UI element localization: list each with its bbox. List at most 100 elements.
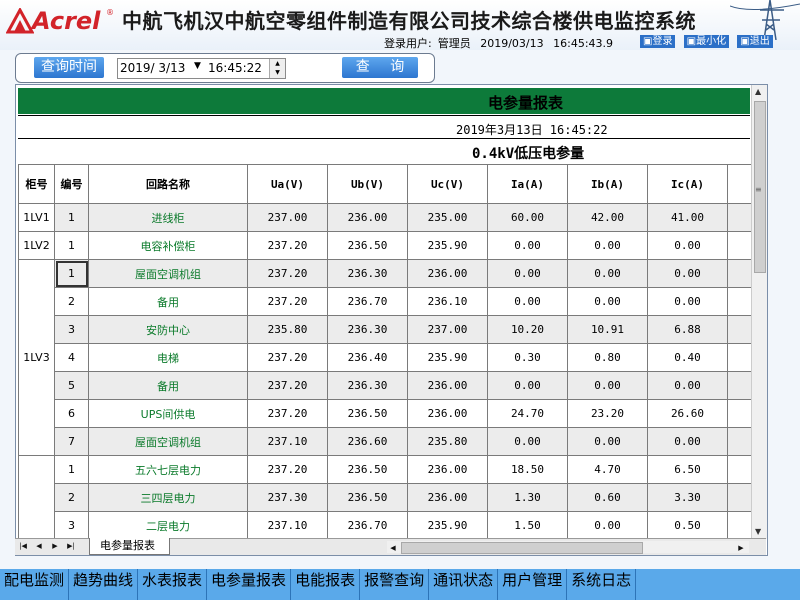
- value-cell: 236.30: [327, 315, 408, 344]
- user-label: 登录用户:: [384, 37, 432, 50]
- report-table: 柜号 编号 回路名称 Ua(V) Ub(V) Uc(V) Ia(A) Ib(A)…: [18, 164, 759, 540]
- cabinet-cell: 1LV3: [18, 259, 55, 456]
- value-cell: 235.00: [407, 203, 488, 232]
- value-cell: 236.50: [327, 455, 408, 484]
- h-scroll-thumb[interactable]: [401, 542, 643, 554]
- report-title: 电参量报表: [488, 94, 564, 112]
- nav-item[interactable]: 配电监测: [0, 569, 70, 600]
- row-number-cell: 2: [54, 287, 89, 316]
- login-label: 登录: [652, 36, 673, 47]
- minimize-button[interactable]: ▣最小化: [683, 35, 730, 48]
- value-cell: 42.00: [567, 203, 648, 232]
- prev-sheet-icon[interactable]: ◀: [33, 541, 45, 552]
- nav-item[interactable]: 用户管理: [498, 569, 568, 600]
- circuit-name-cell: 二层电力: [88, 511, 248, 540]
- date-value[interactable]: 2019/ 3/13: [120, 61, 185, 75]
- scroll-left-icon[interactable]: ◀: [387, 543, 399, 554]
- row-number-cell: 7: [54, 427, 89, 456]
- value-cell: 0.00: [487, 371, 568, 400]
- value-cell: 235.90: [407, 511, 488, 540]
- row-number-cell[interactable]: 1: [54, 259, 89, 288]
- nav-item[interactable]: 通讯状态: [429, 569, 499, 600]
- vertical-scrollbar[interactable]: ▲ ≡ ▼: [751, 85, 767, 539]
- value-cell: 236.50: [327, 483, 408, 512]
- value-cell: 0.50: [647, 511, 728, 540]
- col-header: Ia(A): [487, 164, 568, 204]
- value-cell: 0.00: [567, 231, 648, 260]
- table-row: 1 五六七层电力 237.20 236.50 236.00 18.50 4.70 6.50: [18, 455, 759, 540]
- spin-down-icon[interactable]: ▼: [275, 69, 280, 76]
- value-cell: 1.50: [487, 511, 568, 540]
- time-value[interactable]: 16:45:22: [208, 61, 262, 75]
- table-row: 5 备用 237.20 236.30 236.00 0.00 0.00 0.00: [19, 371, 759, 400]
- value-cell: 237.00: [407, 315, 488, 344]
- acrel-logo: Acrel ®: [2, 4, 120, 38]
- scroll-up-icon[interactable]: ▲: [755, 87, 761, 96]
- circuit-name-cell: 屋面空调机组: [88, 427, 248, 456]
- value-cell: 237.30: [247, 483, 328, 512]
- report-subtitle: 0.4kV低压电参量: [472, 146, 585, 162]
- current-date: 2019/03/13: [480, 37, 544, 50]
- value-cell: 0.60: [567, 483, 648, 512]
- value-cell: 60.00: [487, 203, 568, 232]
- table-row: 1LV3 1 屋面空调机组 237.20 236.30 236.00 0.00 0.00 0.0…: [18, 259, 759, 456]
- value-cell: 236.00: [407, 455, 488, 484]
- exit-icon: ▣: [740, 36, 750, 47]
- exit-button[interactable]: ▣退出: [737, 35, 773, 48]
- scroll-down-icon[interactable]: ▼: [755, 527, 761, 536]
- table-row: 2 三四层电力 237.30 236.50 236.00 1.30 0.60 3.30: [19, 483, 759, 512]
- value-cell: 0.00: [567, 371, 648, 400]
- value-cell: 236.30: [327, 371, 408, 400]
- nav-item[interactable]: 系统日志: [567, 569, 637, 600]
- value-cell: 237.20: [247, 287, 328, 316]
- circuit-name-cell: 备用: [88, 287, 248, 316]
- value-cell: 0.30: [487, 343, 568, 372]
- cabinet-cell: 1LV2: [18, 231, 55, 260]
- nav-item[interactable]: 报警查询: [360, 569, 430, 600]
- time-spinner[interactable]: ▲ ▼: [269, 59, 285, 78]
- row-number-cell: 3: [54, 511, 89, 540]
- first-sheet-icon[interactable]: |◀: [17, 541, 29, 552]
- datetime-picker[interactable]: 2019/ 3/13 ▼ 16:45:22 ▲ ▼: [117, 58, 286, 79]
- last-sheet-icon[interactable]: ▶|: [65, 541, 77, 552]
- query-button[interactable]: 查 询: [342, 57, 418, 78]
- table-row: 3 安防中心 235.80 236.30 237.00 10.20 10.91 6.88: [19, 315, 759, 344]
- circuit-name-cell: 电容补偿柜: [88, 231, 248, 260]
- row-number-cell: 1: [54, 455, 89, 484]
- login-button[interactable]: ▣登录: [640, 35, 676, 48]
- spin-up-icon[interactable]: ▲: [275, 60, 280, 67]
- circuit-name-cell: 进线柜: [88, 203, 248, 232]
- horizontal-scrollbar[interactable]: ◀ ▶: [387, 541, 749, 554]
- value-cell: 236.40: [327, 343, 408, 372]
- sheet-tab-bar: |◀ ◀ ▶ ▶| 电参量报表 ◀ ▶: [15, 538, 766, 555]
- power-tower-icon: [730, 0, 800, 40]
- next-sheet-icon[interactable]: ▶: [49, 541, 61, 552]
- table-row: 1LV1 1 进线柜 237.00 236.00 235.00 60.00 42.00 41.0…: [18, 203, 759, 232]
- value-cell: 18.50: [487, 455, 568, 484]
- value-cell: 0.00: [487, 259, 568, 288]
- value-cell: 237.20: [247, 371, 328, 400]
- divider: [18, 115, 750, 116]
- nav-item[interactable]: 电参量报表: [207, 569, 292, 600]
- value-cell: 0.00: [567, 511, 648, 540]
- scroll-right-icon[interactable]: ▶: [735, 543, 747, 554]
- value-cell: 236.70: [327, 511, 408, 540]
- acrel-logo-icon: [6, 8, 34, 34]
- dropdown-arrow-icon[interactable]: ▼: [194, 61, 201, 71]
- query-bar: 查询时间 2019/ 3/13 ▼ 16:45:22 ▲ ▼ 查 询: [15, 53, 435, 83]
- value-cell: 10.20: [487, 315, 568, 344]
- report-datetime: 2019年3月13日 16:45:22: [456, 123, 608, 137]
- value-cell: 237.20: [247, 455, 328, 484]
- value-cell: 0.00: [647, 427, 728, 456]
- value-cell: 237.20: [247, 399, 328, 428]
- value-cell: 0.00: [567, 287, 648, 316]
- sheet-tab[interactable]: 电参量报表: [89, 538, 170, 555]
- col-header: Ub(V): [327, 164, 408, 204]
- minimize-label: 最小化: [696, 36, 727, 47]
- nav-item[interactable]: 趋势曲线: [69, 569, 139, 600]
- value-cell: 0.00: [567, 427, 648, 456]
- nav-item[interactable]: 电能报表: [291, 569, 361, 600]
- query-time-button[interactable]: 查询时间: [34, 57, 104, 78]
- nav-item[interactable]: 水表报表: [138, 569, 208, 600]
- value-cell: 0.00: [647, 259, 728, 288]
